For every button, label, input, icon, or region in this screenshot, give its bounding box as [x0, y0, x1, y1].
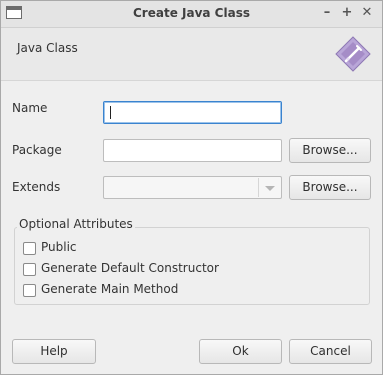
public-label[interactable]: Public: [41, 240, 77, 254]
package-input[interactable]: [103, 139, 282, 162]
name-label: Name: [12, 101, 48, 115]
extends-label: Extends: [12, 180, 61, 194]
cancel-button[interactable]: Cancel: [289, 339, 372, 364]
name-input[interactable]: [103, 101, 282, 124]
main-method-checkbox[interactable]: [23, 284, 36, 297]
dialog-window: Create Java Class – + ✕ Java Class Name …: [0, 0, 383, 375]
java-class-wizard-icon: [335, 36, 371, 72]
close-button[interactable]: ✕: [358, 4, 376, 22]
extends-browse-button[interactable]: Browse...: [289, 175, 371, 200]
package-browse-button[interactable]: Browse...: [289, 138, 371, 163]
main-method-label[interactable]: Generate Main Method: [41, 282, 178, 296]
title-bar[interactable]: Create Java Class – + ✕: [1, 1, 382, 28]
wizard-header: Java Class: [1, 28, 382, 81]
ok-button[interactable]: Ok: [199, 339, 282, 364]
default-constructor-label[interactable]: Generate Default Constructor: [41, 261, 219, 275]
chevron-down-icon[interactable]: [258, 178, 280, 197]
public-checkbox[interactable]: [23, 242, 36, 255]
maximize-button[interactable]: +: [338, 4, 356, 22]
package-label: Package: [12, 143, 62, 157]
help-button[interactable]: Help: [12, 339, 96, 364]
minimize-button[interactable]: –: [318, 4, 336, 22]
header-title: Java Class: [17, 41, 78, 55]
extends-combo[interactable]: [103, 176, 282, 199]
text-caret: [110, 106, 111, 119]
optional-attributes-title: Optional Attributes: [17, 217, 135, 231]
default-constructor-checkbox[interactable]: [23, 263, 36, 276]
